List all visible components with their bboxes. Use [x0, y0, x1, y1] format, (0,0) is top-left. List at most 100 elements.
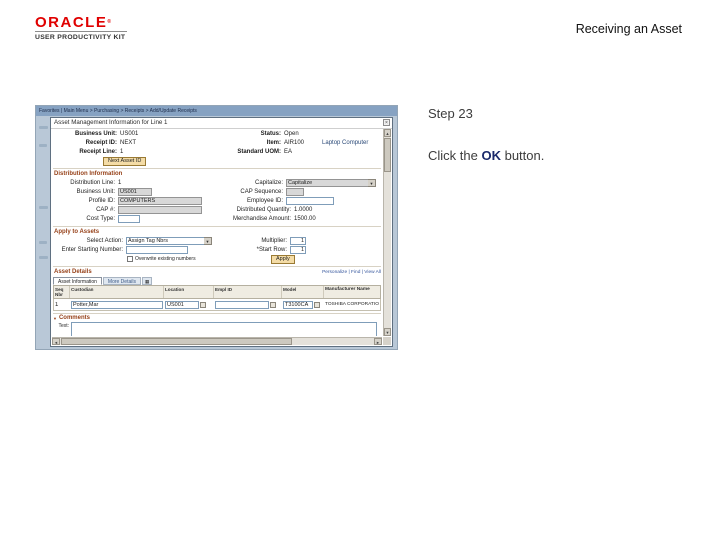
multiplier-label: Multiplier: — [261, 238, 287, 244]
apply-button[interactable]: Apply — [271, 254, 295, 264]
show-all-columns-icon[interactable]: ▦ — [141, 277, 153, 285]
vertical-scrollbar[interactable]: ▲ ▼ — [383, 129, 391, 336]
business-unit-label: Business Unit: — [74, 131, 117, 137]
scroll-right-icon[interactable]: ► — [374, 338, 382, 345]
apply-left-column: Select Action: Assign Tag Nbrs ▼ Enter S… — [53, 236, 241, 264]
page-title: Receiving an Asset — [575, 22, 682, 36]
receipt-id-value: NEXT — [120, 140, 137, 146]
app-screenshot: Favorites | Main Menu > Purchasing > Rec… — [35, 105, 398, 350]
instruction-post: button. — [500, 148, 545, 163]
cap-sequence-label: CAP Sequence: — [240, 189, 283, 195]
overwrite-checkbox[interactable] — [127, 256, 133, 262]
cap-sequence-field[interactable] — [286, 188, 304, 196]
grid-tabs: Asset Information More Details ▦ — [53, 277, 381, 285]
comments-text-label: Text: — [58, 323, 69, 329]
apply-to-assets-section: Apply to Assets Select Action: Assign Ta… — [53, 226, 381, 264]
multiplier-field[interactable]: 1 — [290, 237, 306, 245]
scroll-up-icon[interactable]: ▲ — [384, 129, 391, 137]
distribution-section-title: Distribution Information — [54, 171, 123, 177]
start-row-label: *Start Row: — [256, 247, 287, 253]
vertical-scroll-thumb[interactable] — [384, 138, 391, 172]
dialog-title: Asset Management Information for Line 1 — [54, 119, 168, 126]
instruction-bold: OK — [481, 148, 501, 163]
apply-right-column: Multiplier: 1 *Start Row: 1 Apply — [241, 236, 381, 264]
apply-section-title: Apply to Assets — [54, 229, 100, 235]
merchandise-amount-label: Merchandise Amount: — [232, 216, 291, 222]
grid-links[interactable]: Personalize | Find | View All — [322, 270, 381, 275]
dist-business-unit-field[interactable]: US001 — [118, 188, 152, 196]
select-action-dropdown[interactable]: Assign Tag Nbrs ▼ — [126, 237, 212, 245]
receipt-line-row: Receipt Line: 1 — [53, 148, 221, 156]
merchandise-amount-value: 1500.00 — [294, 216, 316, 222]
start-row-field[interactable]: 1 — [290, 246, 306, 254]
item-row: Item: AIR100 Laptop Computer — [221, 139, 381, 147]
background-page-fragment — [39, 256, 48, 259]
receipt-id-label: Receipt ID: — [85, 140, 117, 146]
dropdown-arrow-icon: ▼ — [368, 179, 376, 187]
tab-more-details[interactable]: More Details — [102, 277, 141, 285]
cap-number-field[interactable] — [118, 206, 202, 214]
breadcrumb-text: Favorites | Main Menu > Purchasing > Rec… — [39, 108, 197, 114]
horizontal-scroll-thumb[interactable] — [61, 338, 292, 345]
asset-details-section: Asset Details Personalize | Find | View … — [53, 266, 381, 311]
grid-header-row: Seq Nbr Custodian Location Empl ID Model… — [53, 285, 381, 299]
asset-management-dialog: Asset Management Information for Line 1 … — [50, 117, 393, 347]
model-field[interactable]: T3100CA — [283, 300, 313, 309]
status-row: Status: Open — [221, 130, 381, 138]
cost-type-field[interactable] — [118, 215, 140, 223]
close-icon[interactable]: × — [383, 119, 390, 126]
profile-id-field[interactable]: COMPUTERS — [118, 197, 202, 205]
location-field[interactable]: US001 — [165, 300, 199, 309]
next-asset-row: Next Asset ID — [53, 156, 221, 166]
distributed-quantity-label: Distributed Quantity: — [236, 207, 291, 213]
receipt-line-label: Receipt Line: — [79, 149, 117, 155]
tab-asset-information[interactable]: Asset Information — [53, 277, 102, 285]
scroll-down-icon[interactable]: ▼ — [384, 328, 391, 336]
background-page-fragment — [39, 241, 47, 244]
scroll-left-icon[interactable]: ◄ — [52, 338, 60, 345]
starting-number-label: Enter Starting Number: — [61, 247, 123, 253]
empl-id-field[interactable] — [215, 300, 269, 309]
capitalize-select-value: Capitalize — [286, 179, 368, 187]
lookup-icon[interactable] — [200, 301, 206, 308]
col-model: Model — [282, 286, 324, 298]
uom-row: Standard UOM: EA — [221, 148, 381, 156]
col-custodian: Custodian — [70, 286, 164, 298]
profile-id-label: Profile ID: — [88, 198, 115, 204]
oracle-brand-text: ORACLE® — [35, 14, 113, 31]
distribution-right-column: Capitalize: Capitalize ▼ CAP Sequence: E… — [221, 178, 381, 224]
header-left-column: Business Unit: US001 Receipt ID: NEXT Re… — [53, 129, 221, 166]
comments-title[interactable]: Comments — [59, 315, 90, 321]
oracle-logo: ORACLE® USER PRODUCTIVITY KIT — [35, 15, 127, 41]
distribution-left-column: Distribution Line: 1 Business Unit: US001 … — [53, 178, 221, 224]
background-page-fragment — [39, 144, 47, 147]
collapse-icon[interactable]: ▼ — [53, 316, 57, 321]
status-value: Open — [284, 131, 299, 137]
business-unit-value: US001 — [120, 131, 139, 137]
cell-seq: 1 — [55, 301, 59, 308]
background-page-fragment — [39, 126, 48, 129]
uom-label: Standard UOM: — [237, 149, 281, 155]
col-manufacturer: Manufacturer Name — [325, 287, 370, 292]
receipt-line-value: 1 — [120, 149, 124, 155]
starting-number-field[interactable] — [126, 246, 188, 254]
comments-textarea[interactable] — [71, 322, 377, 336]
upk-subtitle: USER PRODUCTIVITY KIT — [35, 34, 126, 41]
distributed-quantity-value: 1.0000 — [294, 207, 313, 213]
custodian-field[interactable]: Potter,Mar — [71, 300, 163, 309]
logo-divider — [35, 31, 127, 32]
scrollbar-corner — [383, 337, 391, 345]
employee-id-field[interactable] — [286, 197, 334, 205]
lookup-icon[interactable] — [270, 301, 276, 308]
capitalize-select[interactable]: Capitalize ▼ — [286, 179, 376, 187]
horizontal-scrollbar[interactable]: ◄ ► — [52, 337, 382, 345]
dialog-body: Business Unit: US001 Receipt ID: NEXT Re… — [53, 129, 381, 336]
status-label: Status: — [260, 131, 281, 137]
uom-value: EA — [284, 149, 293, 155]
manufacturer-value: TOSHIBA CORPORATIO — [325, 302, 379, 307]
item-label: Item: — [266, 140, 281, 146]
lookup-icon[interactable] — [314, 301, 320, 308]
next-asset-id-button[interactable]: Next Asset ID — [103, 156, 147, 166]
breadcrumb[interactable]: Favorites | Main Menu > Purchasing > Rec… — [36, 106, 397, 116]
header-right-column: Status: Open Item: AIR100 Laptop Compute… — [221, 129, 381, 166]
